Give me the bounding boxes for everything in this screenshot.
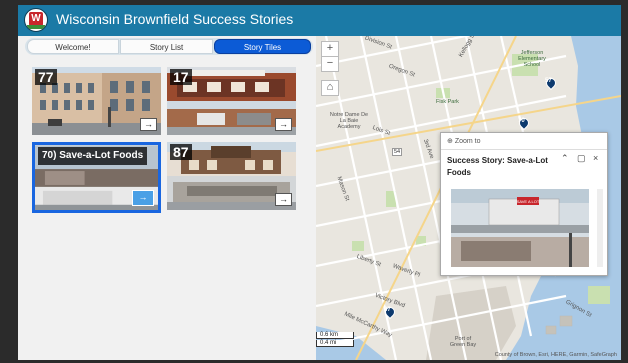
wisconsin-dnr-logo: W	[24, 8, 48, 32]
map-label: Fisk Park	[436, 99, 459, 105]
zoom-out-button[interactable]: −	[321, 56, 339, 72]
popup-scrollbar[interactable]	[597, 189, 603, 267]
story-tile-17[interactable]: 17 →	[167, 67, 296, 135]
story-panel: Welcome! Story List Story Tiles 77 → 17 …	[18, 36, 316, 360]
story-tile-87[interactable]: 87 →	[167, 142, 296, 210]
logo-w-letter: W	[29, 12, 43, 26]
map-label: Jefferson Elementary School	[518, 50, 546, 68]
map-attribution: County of Brown, Esri, HERE, Garmin, Saf…	[494, 352, 617, 358]
app-header: W Wisconsin Brownfield Success Stories	[18, 5, 621, 36]
view-tabs: Welcome! Story List Story Tiles	[25, 38, 313, 55]
tile-number: 17	[170, 69, 192, 85]
highway-shield: 54	[392, 148, 403, 156]
map-view[interactable]: Division St Kellogg St Oregon St Jeffers…	[316, 36, 621, 360]
feature-popup: ⊕ Zoom to Success Story: Save-a-Lot Food…	[440, 132, 608, 276]
open-story-arrow[interactable]: →	[275, 193, 292, 206]
app-window: W Wisconsin Brownfield Success Stories W…	[18, 5, 621, 360]
tile-number: 70) Save-a-Lot Foods	[38, 147, 148, 165]
story-tile-77[interactable]: 77 →	[32, 67, 161, 135]
popup-store-photo: SAVE A LOT	[451, 189, 589, 267]
svg-text:SAVE A LOT: SAVE A LOT	[517, 199, 540, 204]
tab-story-list[interactable]: Story List	[120, 39, 213, 54]
tile-number: 87	[170, 144, 192, 160]
story-tile-70[interactable]: 70) Save-a-Lot Foods →	[32, 142, 161, 213]
popup-title: Success Story: Save-a-Lot Foods	[447, 156, 548, 177]
tab-story-tiles[interactable]: Story Tiles	[214, 39, 311, 54]
tile-number: 77	[35, 69, 57, 85]
map-label: Notre Dame De La Baie Academy	[329, 112, 369, 130]
dock-popup-button[interactable]: ▢	[577, 153, 586, 164]
collapse-popup-button[interactable]: ⌃	[561, 153, 569, 164]
open-story-arrow[interactable]: →	[140, 118, 157, 131]
zoom-icon: ⊕	[447, 138, 455, 145]
close-popup-button[interactable]: ×	[593, 153, 598, 163]
map-label: Port of Green Bay	[449, 336, 477, 348]
home-button[interactable]: ⌂	[321, 80, 339, 96]
app-title: Wisconsin Brownfield Success Stories	[56, 11, 294, 27]
zoom-in-button[interactable]: +	[321, 41, 339, 57]
map-scale-bar: 0.6 km 0.4 mi	[316, 332, 354, 348]
open-story-arrow[interactable]: →	[275, 118, 292, 131]
tab-welcome[interactable]: Welcome!	[27, 39, 119, 54]
zoom-to-link[interactable]: ⊕ Zoom to	[447, 137, 481, 145]
open-story-arrow[interactable]: →	[132, 190, 154, 206]
